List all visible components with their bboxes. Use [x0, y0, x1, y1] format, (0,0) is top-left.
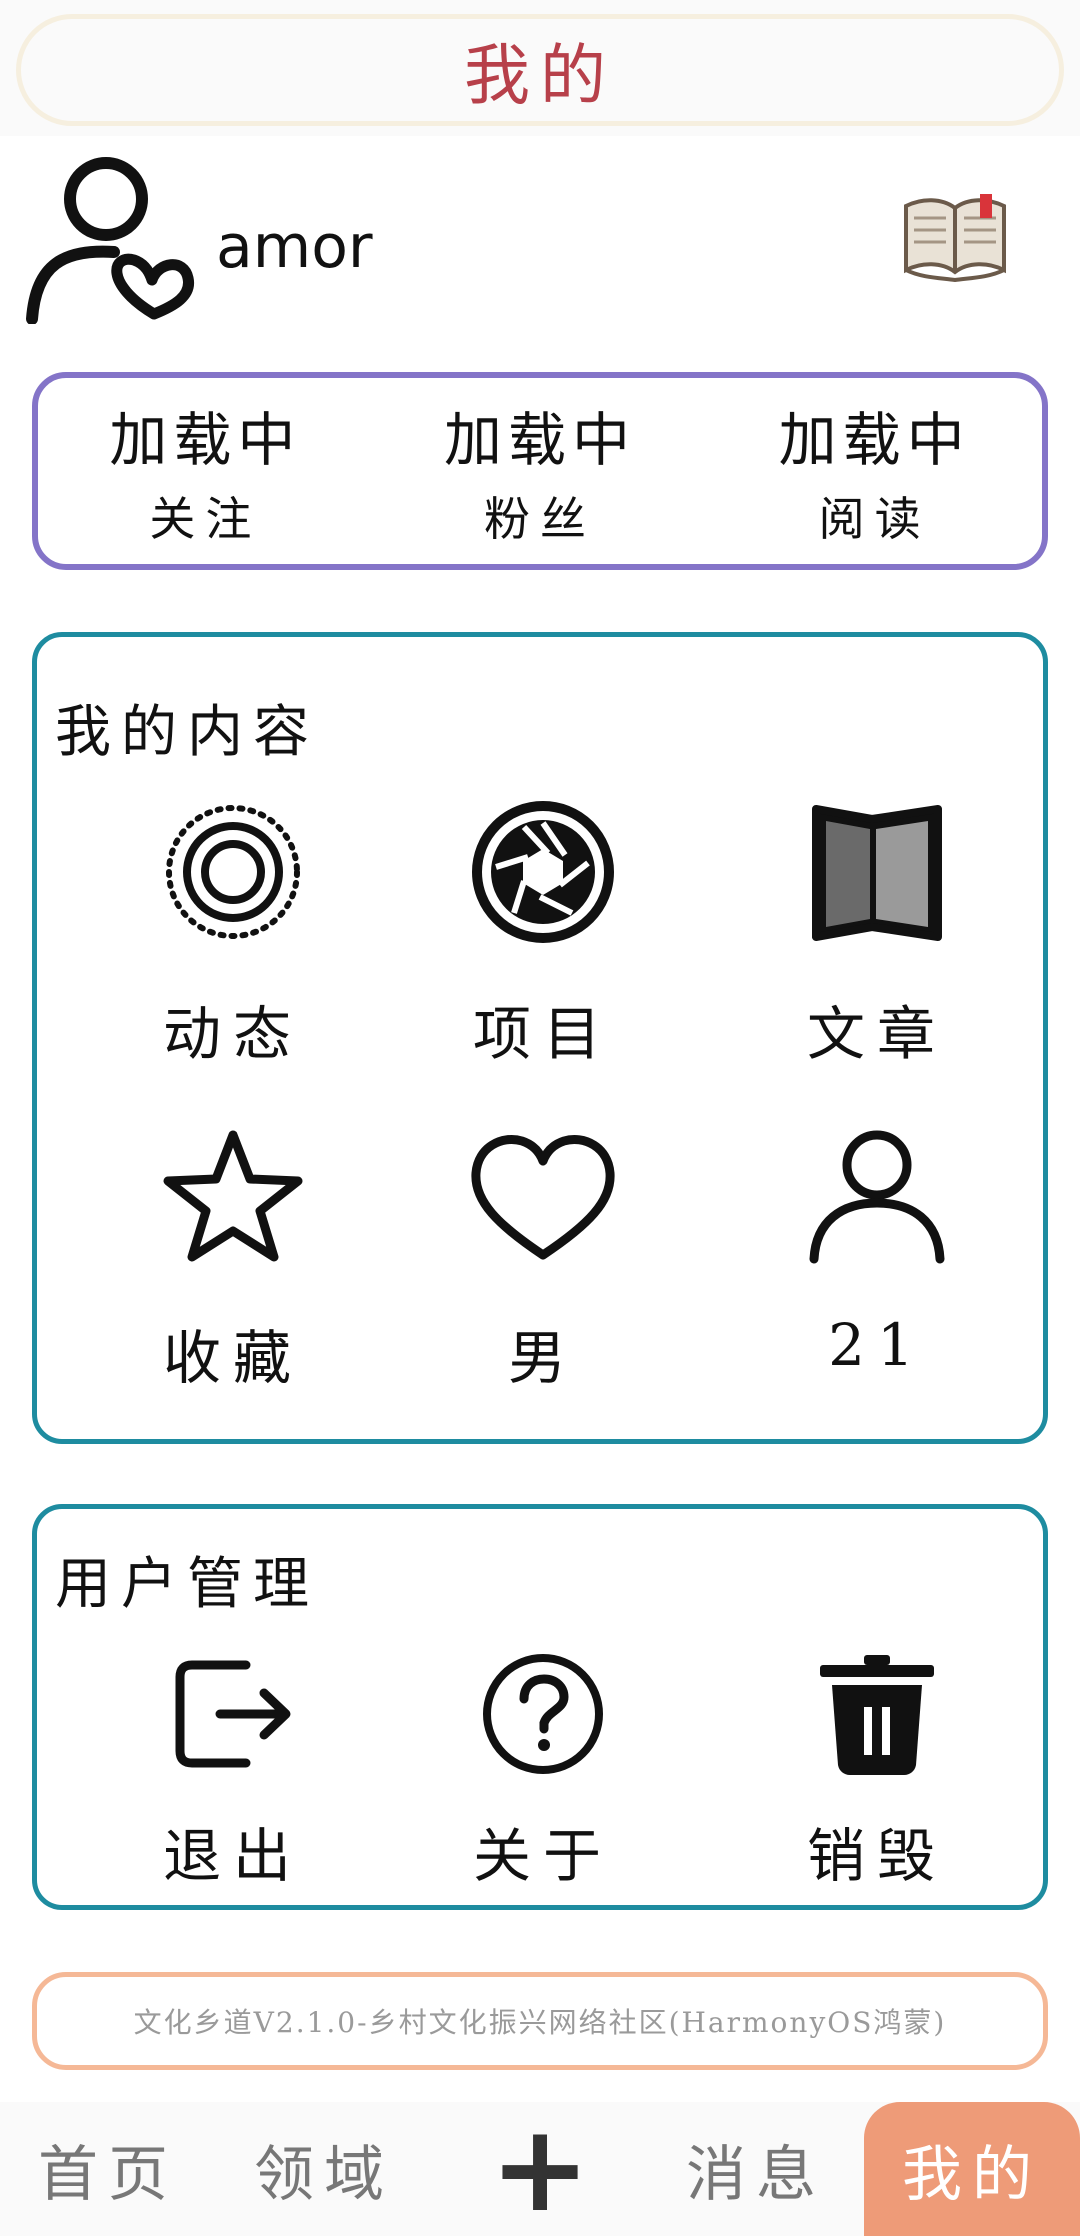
help-icon [483, 1654, 603, 1774]
content-item-gender[interactable]: 男 [393, 1121, 693, 1395]
content-item-projects[interactable]: 项目 [393, 797, 693, 1071]
about-button[interactable]: 关于 [393, 1649, 693, 1893]
card-title: 我的内容 [55, 700, 319, 765]
trash-icon [820, 1655, 934, 1775]
content-item-label: 收藏 [162, 1324, 303, 1392]
stats-card: 加载中 关注 加载中 粉丝 加载中 阅读 [32, 372, 1048, 570]
delete-account-button[interactable]: 销毁 [727, 1649, 1027, 1893]
user-heart-icon[interactable] [24, 154, 204, 324]
open-book-icon[interactable] [902, 192, 1008, 282]
stat-value: 加载中 [778, 406, 971, 474]
stat-label: 粉丝 [483, 492, 596, 546]
logout-icon [175, 1660, 291, 1768]
nav-mine[interactable]: 我的 [864, 2102, 1080, 2236]
header-bar: 我的 [0, 0, 1080, 136]
management-item-label: 退出 [162, 1822, 303, 1890]
nav-domain[interactable]: 领域 [216, 2102, 432, 2236]
profile-row: amor [24, 150, 1056, 330]
bottom-nav: 首页 领域 + 消息 我的 [0, 2100, 1080, 2236]
version-text: 文化乡道V2.1.0-乡村文化振兴网络社区(HarmonyOS鸿蒙) [133, 2006, 947, 2039]
logout-button[interactable]: 退出 [83, 1649, 383, 1893]
content-item-label: 男 [507, 1324, 578, 1392]
person-icon [809, 1130, 945, 1264]
stat-value: 加载中 [109, 406, 302, 474]
nav-messages[interactable]: 消息 [648, 2102, 864, 2236]
stat-label: 关注 [149, 492, 262, 546]
aperture-icon [472, 801, 614, 943]
management-item-label: 销毁 [806, 1822, 947, 1890]
content-item-label: 文章 [806, 1000, 947, 1068]
content-item-age[interactable]: 21 [727, 1121, 1027, 1379]
header-pill: 我的 [16, 14, 1064, 126]
stat-following[interactable]: 加载中 关注 [55, 393, 355, 549]
star-icon [163, 1130, 303, 1262]
folded-map-icon [812, 805, 942, 941]
version-note: 文化乡道V2.1.0-乡村文化振兴网络社区(HarmonyOS鸿蒙) [32, 1972, 1048, 2070]
stat-label: 阅读 [818, 492, 931, 546]
stat-value: 加载中 [443, 406, 636, 474]
content-item-favorites[interactable]: 收藏 [83, 1121, 383, 1395]
user-management-card: 用户管理 退出 关于 销毁 [32, 1504, 1048, 1910]
content-item-label: 21 [828, 1311, 926, 1379]
card-title: 用户管理 [55, 1552, 319, 1617]
nav-home[interactable]: 首页 [0, 2102, 216, 2236]
heart-icon [471, 1135, 615, 1260]
content-item-label: 项目 [472, 1000, 613, 1068]
management-item-label: 关于 [472, 1822, 613, 1890]
page-title: 我的 [464, 37, 616, 114]
stat-reads[interactable]: 加载中 阅读 [725, 393, 1025, 549]
content-item-dynamic[interactable]: 动态 [83, 797, 383, 1071]
my-content-card: 我的内容 动态 项目 文章 收藏 男 21 [32, 632, 1048, 1444]
live-photo-icon [166, 805, 300, 939]
nav-add-button[interactable]: + [432, 2100, 648, 2236]
username: amor [216, 212, 373, 282]
stat-followers[interactable]: 加载中 粉丝 [390, 393, 690, 549]
content-item-label: 动态 [162, 1000, 303, 1068]
content-item-articles[interactable]: 文章 [727, 797, 1027, 1071]
